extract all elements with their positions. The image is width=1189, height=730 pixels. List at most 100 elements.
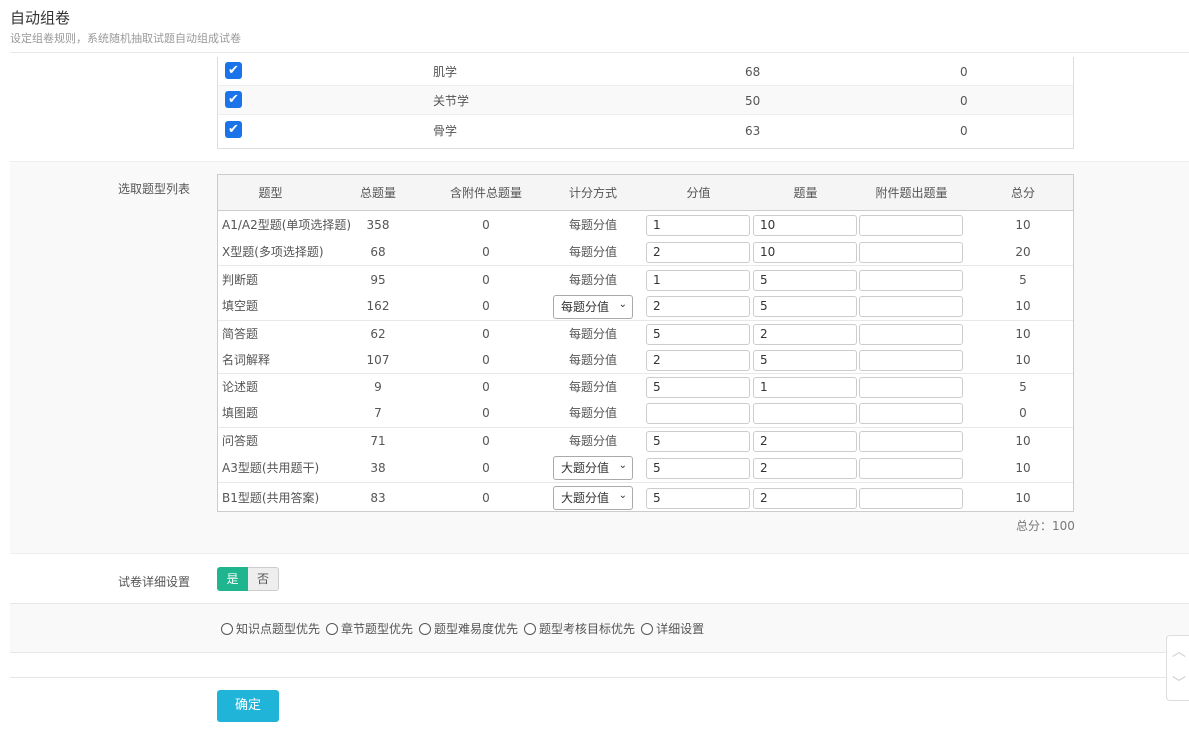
- scoring-method-text: 每题分值: [568, 380, 617, 394]
- quantity-input[interactable]: 2: [753, 458, 857, 479]
- question-attach-count: 0: [482, 491, 490, 505]
- radio-label: 题型难易度优先: [434, 622, 519, 636]
- chevron-down-icon[interactable]: ﹀: [1172, 677, 1186, 691]
- question-total-count: 7: [374, 406, 382, 420]
- score-input[interactable]: [646, 403, 750, 424]
- question-attach-count: 0: [482, 461, 490, 475]
- attach-quantity-input[interactable]: [859, 403, 963, 424]
- radio-chapter-type[interactable]: 章节题型优先: [326, 620, 413, 637]
- quantity-input[interactable]: 2: [753, 431, 857, 452]
- attach-quantity-input[interactable]: [859, 242, 963, 263]
- quantity-input[interactable]: 1: [753, 377, 857, 398]
- quantity-input[interactable]: 5: [753, 270, 857, 291]
- quantity-input[interactable]: 10: [753, 242, 857, 263]
- score-input[interactable]: 2: [646, 296, 750, 317]
- scoring-method-select[interactable]: 每题分值 ⌄: [553, 295, 633, 319]
- scoring-method-select[interactable]: 大题分值 ⌄: [553, 486, 633, 510]
- attach-quantity-input[interactable]: [859, 350, 963, 371]
- chapter-name: 骨学: [433, 124, 458, 138]
- radio-objective[interactable]: 题型考核目标优先: [524, 620, 635, 637]
- question-sum: 10: [1015, 353, 1031, 367]
- question-type-name: 问答题: [222, 434, 259, 448]
- score-input[interactable]: 5: [646, 324, 750, 345]
- question-type-name: 论述题: [222, 380, 259, 394]
- quantity-input[interactable]: 10: [753, 215, 857, 236]
- quantity-input[interactable]: [753, 403, 857, 424]
- total-score-note: 总分：100: [1016, 519, 1075, 533]
- radio-knowledge-type[interactable]: 知识点题型优先: [221, 620, 320, 637]
- score-input[interactable]: 5: [646, 377, 750, 398]
- radio-circle[interactable]: [524, 622, 537, 635]
- score-input[interactable]: 5: [646, 431, 750, 452]
- quantity-input[interactable]: 5: [753, 350, 857, 371]
- priority-radio-group: 知识点题型优先 章节题型优先 题型难易度优先 题型考核目标优先 详细设置: [221, 620, 710, 637]
- attach-quantity-input[interactable]: [859, 488, 963, 509]
- score-input[interactable]: 5: [646, 488, 750, 509]
- question-attach-count: 0: [482, 406, 490, 420]
- chapter-name: 肌学: [433, 65, 458, 79]
- question-total-count: 71: [370, 434, 386, 448]
- radio-label: 详细设置: [656, 622, 705, 636]
- question-type-label: 选取题型列表: [118, 182, 191, 196]
- question-sum: 5: [1019, 273, 1027, 287]
- toggle-no-button[interactable]: 否: [248, 567, 279, 591]
- attach-quantity-input[interactable]: [859, 270, 963, 291]
- table-row: 填图题 7 0 每题分值 0: [218, 400, 1073, 427]
- attach-quantity-input[interactable]: [859, 458, 963, 479]
- scoring-method-value: 大题分值: [561, 461, 610, 475]
- question-total-count: 83: [370, 491, 386, 505]
- col-header-qty: 题量: [793, 186, 818, 200]
- radio-difficulty[interactable]: 题型难易度优先: [419, 620, 518, 637]
- attach-quantity-input[interactable]: [859, 377, 963, 398]
- attach-quantity-input[interactable]: [859, 215, 963, 236]
- question-type-name: 填图题: [222, 406, 259, 420]
- attach-quantity-input[interactable]: [859, 324, 963, 345]
- toggle-yes-button[interactable]: 是: [217, 567, 248, 591]
- table-row: 判断题 95 0 每题分值 1 5 5: [218, 265, 1073, 293]
- table-row: 论述题 9 0 每题分值 5 1 5: [218, 373, 1073, 400]
- confirm-button[interactable]: 确定: [217, 690, 279, 722]
- score-input[interactable]: 2: [646, 242, 750, 263]
- quantity-input[interactable]: 5: [753, 296, 857, 317]
- check-icon: ✔: [228, 92, 239, 107]
- chapter-checkbox[interactable]: ✔: [225, 121, 242, 138]
- table-row: 填空题 162 0 每题分值 ⌄ 2 5 10: [218, 293, 1073, 320]
- radio-circle[interactable]: [326, 622, 339, 635]
- scoring-method-value: 大题分值: [561, 491, 610, 505]
- attach-quantity-input[interactable]: [859, 296, 963, 317]
- attach-quantity-input[interactable]: [859, 431, 963, 452]
- question-attach-count: 0: [482, 299, 490, 313]
- chapter-checkbox[interactable]: ✔: [225, 91, 242, 108]
- chapter-checkbox[interactable]: ✔: [225, 62, 242, 79]
- question-attach-count: 0: [482, 218, 490, 232]
- scoring-method-select[interactable]: 大题分值 ⌄: [553, 456, 633, 480]
- score-input[interactable]: 5: [646, 458, 750, 479]
- scroll-widget: ︿ ﹀: [1166, 635, 1189, 701]
- scoring-method-text: 每题分值: [568, 353, 617, 367]
- chevron-up-icon[interactable]: ︿: [1172, 645, 1186, 659]
- chevron-down-icon: ⌄: [618, 299, 627, 310]
- question-sum: 20: [1015, 245, 1031, 259]
- radio-circle[interactable]: [419, 622, 432, 635]
- quantity-input[interactable]: 2: [753, 324, 857, 345]
- chapter-attach-count: 0: [960, 124, 968, 138]
- check-icon: ✔: [228, 122, 239, 137]
- chapter-table: ✔ 肌学 68 0 ✔ 关节学 50 0 ✔ 骨学 63 0: [217, 57, 1074, 149]
- question-type-table: 题型 总题量 含附件总题量 计分方式 分值 题量 附件题出题量 总分 A1/A2…: [217, 174, 1074, 512]
- table-row: A1/A2型题(单项选择题) 358 0 每题分值 1 10 10: [218, 212, 1073, 239]
- chapter-count: 50: [745, 94, 761, 108]
- radio-circle[interactable]: [221, 622, 233, 635]
- question-type-name: 判断题: [222, 273, 259, 287]
- radio-circle[interactable]: [641, 622, 654, 635]
- quantity-input[interactable]: 2: [753, 488, 857, 509]
- score-input[interactable]: 1: [646, 215, 750, 236]
- radio-detail-settings[interactable]: 详细设置: [641, 620, 704, 637]
- question-total-count: 68: [370, 245, 386, 259]
- table-row: B1型题(共用答案) 83 0 大题分值 ⌄ 5 2 10: [218, 482, 1073, 512]
- question-type-name: 简答题: [222, 327, 259, 341]
- question-sum: 10: [1015, 461, 1031, 475]
- question-sum: 10: [1015, 299, 1031, 313]
- question-sum: 10: [1015, 327, 1031, 341]
- score-input[interactable]: 2: [646, 350, 750, 371]
- score-input[interactable]: 1: [646, 270, 750, 291]
